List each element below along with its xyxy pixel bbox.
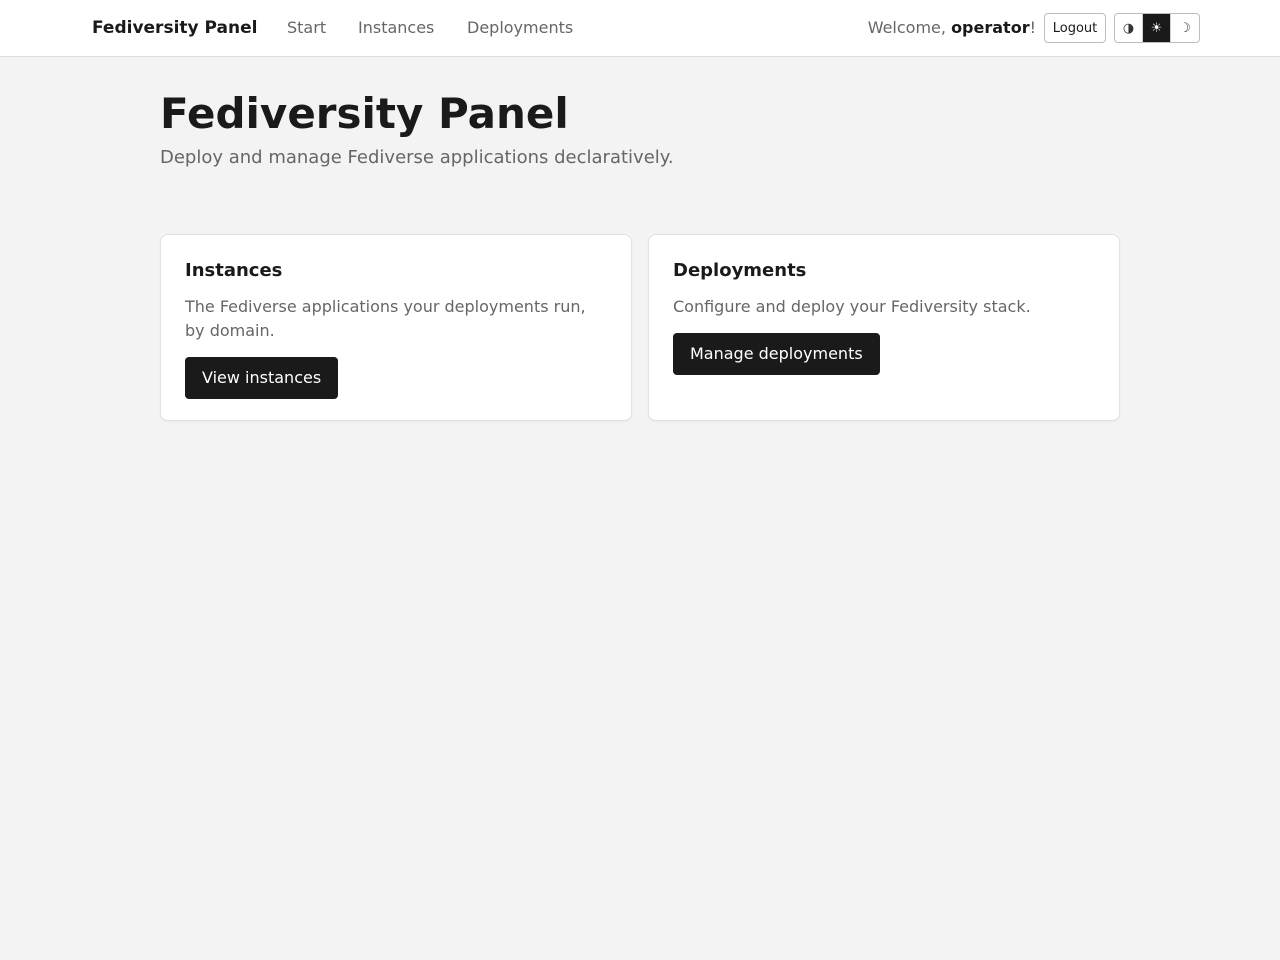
logout-button[interactable]: Logout: [1044, 13, 1106, 43]
page-subtitle: Deploy and manage Fediverse applications…: [160, 147, 674, 168]
theme-switcher: ◑ ☀ ☽: [1114, 13, 1200, 43]
moon-icon[interactable]: ☽: [1171, 14, 1199, 42]
instances-card-description: The Fediverse applications your deployme…: [185, 297, 586, 340]
nav-link-deployments[interactable]: Deployments: [467, 16, 573, 40]
top-navbar: Fediversity Panel Start Instances Deploy…: [0, 0, 1280, 57]
username: operator: [951, 18, 1030, 37]
instances-card: Instances The Fediverse applications you…: [160, 234, 632, 421]
auto-theme-icon[interactable]: ◑: [1115, 14, 1144, 42]
nav-link-start[interactable]: Start: [287, 16, 326, 40]
deployments-card: Deployments Configure and deploy your Fe…: [648, 234, 1120, 421]
manage-deployments-button[interactable]: Manage deployments: [673, 333, 880, 375]
view-instances-button[interactable]: View instances: [185, 357, 339, 399]
brand-link[interactable]: Fediversity Panel: [92, 16, 257, 40]
welcome-prefix: Welcome,: [867, 18, 952, 37]
page-title: Fediversity Panel: [160, 89, 569, 138]
welcome-suffix: !: [1029, 18, 1036, 37]
instances-card-title: Instances: [185, 260, 283, 281]
sun-icon[interactable]: ☀: [1143, 14, 1172, 42]
nav-link-instances[interactable]: Instances: [358, 16, 434, 40]
welcome-message: Welcome, operator!: [868, 16, 1036, 40]
deployments-card-description: Configure and deploy your Fediversity st…: [673, 297, 1031, 316]
deployments-card-title: Deployments: [673, 260, 807, 281]
